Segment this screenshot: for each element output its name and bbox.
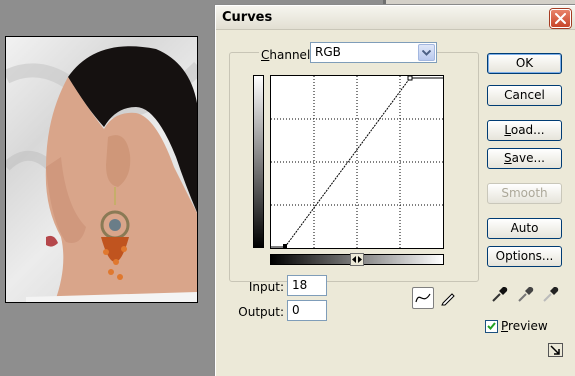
dialog-title: Curves <box>222 10 273 25</box>
preview-checkbox-row[interactable]: Preview <box>485 319 548 333</box>
save-button[interactable]: Save... <box>487 148 562 169</box>
gradient-toggle-icon[interactable] <box>350 253 364 266</box>
auto-button[interactable]: Auto <box>487 218 562 239</box>
channel-select[interactable]: RGB <box>310 42 437 63</box>
document-image[interactable] <box>5 36 198 303</box>
output-field[interactable]: 0 <box>287 300 327 321</box>
gray-eyedropper-icon[interactable] <box>517 285 535 303</box>
smooth-button: Smooth <box>487 183 562 204</box>
options-button[interactable]: Options... <box>487 246 562 267</box>
output-label: Output: <box>238 305 284 319</box>
white-eyedropper-icon[interactable] <box>542 285 560 303</box>
input-field[interactable]: 18 <box>287 275 327 296</box>
preview-label: Preview <box>501 319 548 333</box>
curve-point-white[interactable] <box>407 76 413 81</box>
curve-tool-icon[interactable] <box>412 287 434 309</box>
input-label: Input: <box>248 280 284 294</box>
channel-label: Channel: <box>259 48 317 62</box>
black-eyedropper-icon[interactable] <box>491 285 509 303</box>
expand-icon[interactable] <box>548 343 563 357</box>
preview-checkbox[interactable] <box>485 319 498 333</box>
curve-point-black[interactable] <box>283 244 287 248</box>
dialog-titlebar[interactable]: Curves <box>216 6 575 30</box>
channel-select-value: RGB <box>315 45 341 59</box>
dropdown-arrow-icon[interactable] <box>418 44 435 61</box>
pencil-tool-icon[interactable] <box>437 287 459 309</box>
cancel-button[interactable]: Cancel <box>487 85 562 106</box>
curve-graph[interactable] <box>270 75 444 249</box>
load-button[interactable]: Load... <box>487 120 562 141</box>
close-icon <box>555 13 566 24</box>
curves-dialog: Curves Channel: RGB Input: 18 Output: 0 … <box>214 4 575 376</box>
output-gradient-bar <box>253 75 264 248</box>
ok-button[interactable]: OK <box>487 53 562 74</box>
close-button[interactable] <box>550 9 571 28</box>
